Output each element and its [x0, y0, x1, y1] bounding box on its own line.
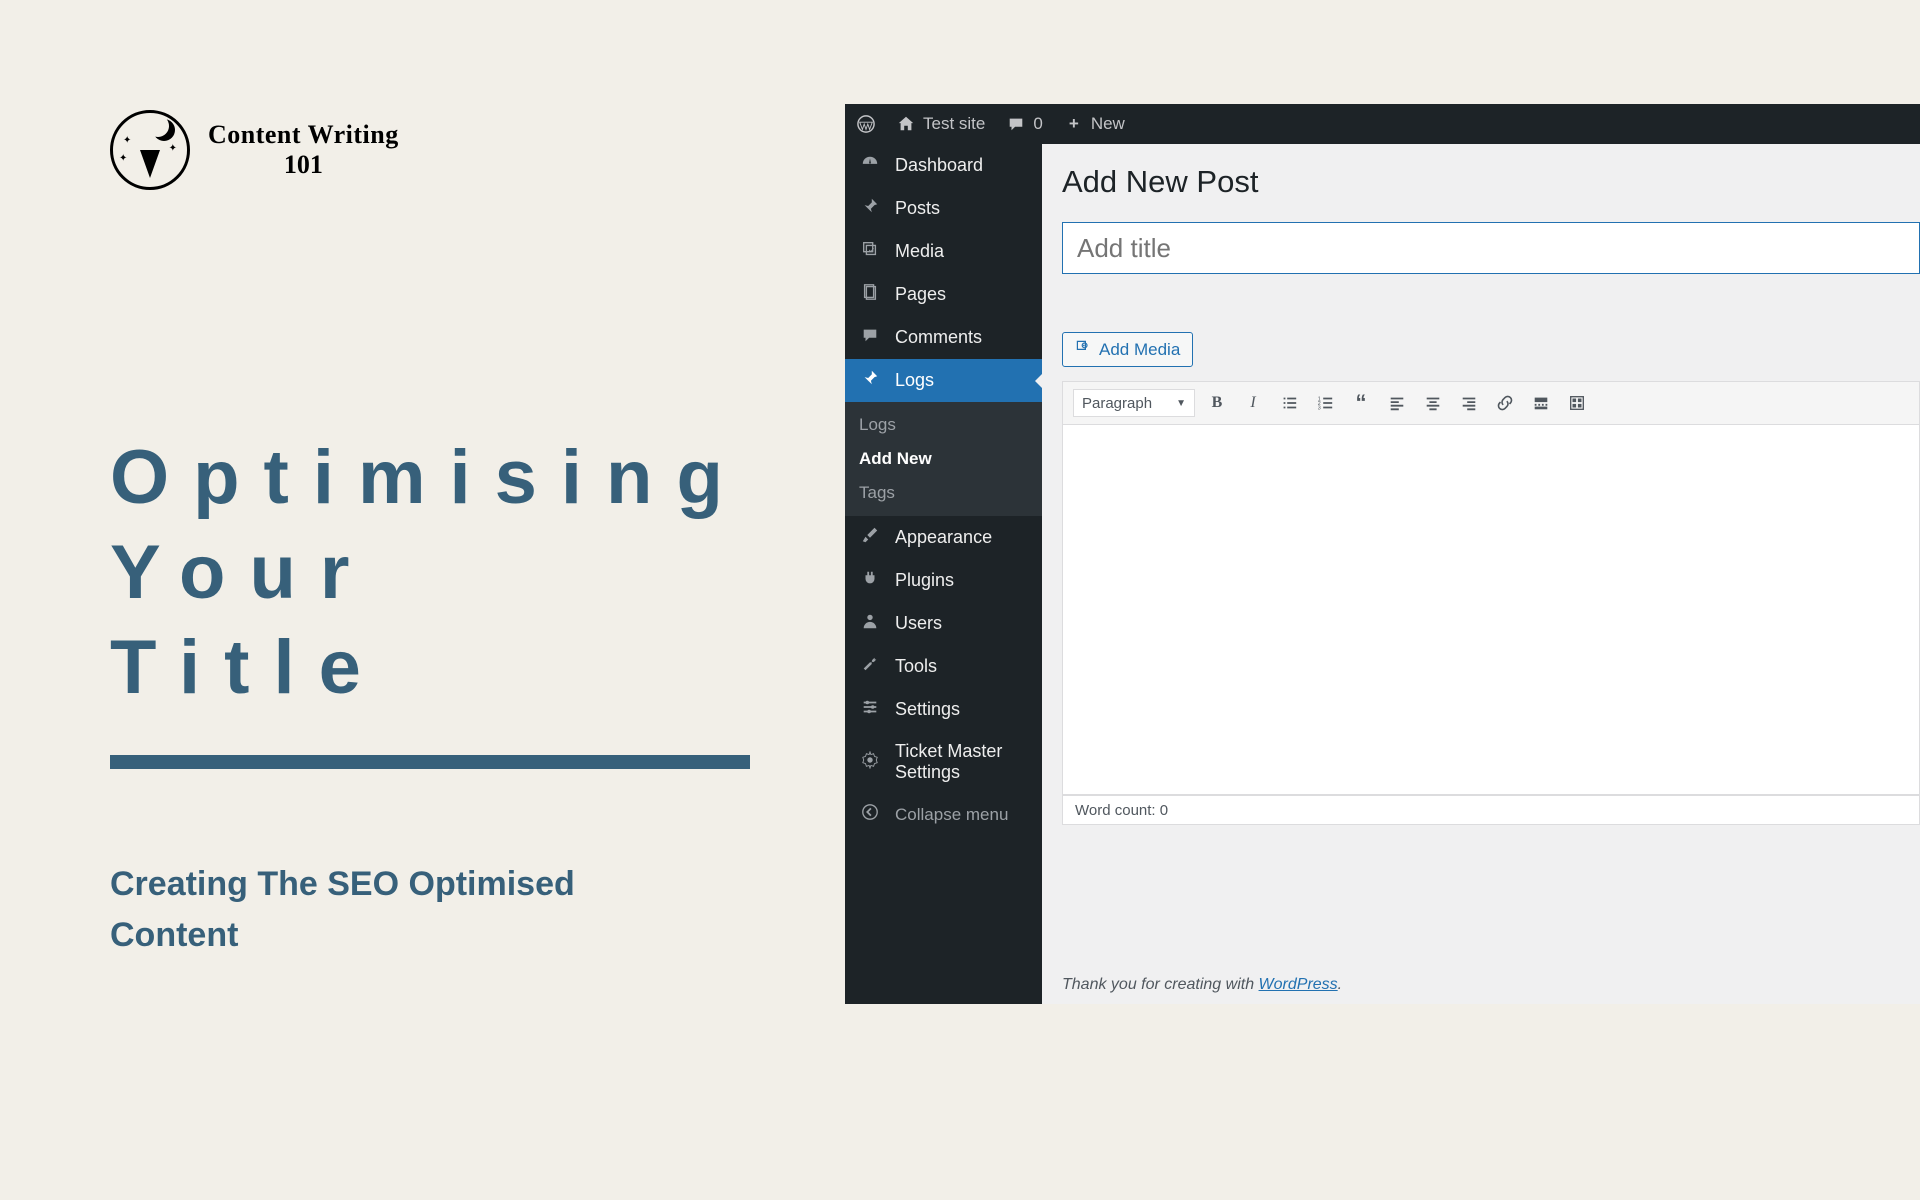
sidebar-item-logs[interactable]: Logs [845, 359, 1042, 402]
wrench-icon [859, 655, 881, 678]
word-count: Word count: 0 [1075, 802, 1168, 819]
slide-panel: ✦ ✦ ✦ Content Writing 101 Optimising You… [0, 0, 845, 1200]
sliders-icon [859, 698, 881, 721]
media-icon [1075, 339, 1091, 360]
sidebar-item-dashboard[interactable]: Dashboard [845, 144, 1042, 187]
sidebar-label: Pages [895, 284, 1028, 305]
sidebar-item-tools[interactable]: Tools [845, 645, 1042, 688]
sidebar-item-settings[interactable]: Settings [845, 688, 1042, 731]
align-center-button[interactable] [1419, 389, 1447, 417]
sidebar-item-media[interactable]: Media [845, 230, 1042, 273]
wp-main: Add New Post Add Media Paragraph ▼ B I 1… [1042, 144, 1920, 1004]
pin-icon [859, 369, 881, 392]
hero-subtitle: Creating The SEO Optimised Content [110, 859, 630, 961]
wp-sidebar: Dashboard Posts Media Pages Comments [845, 144, 1042, 1004]
wordpress-icon [857, 115, 875, 133]
post-title-input[interactable] [1062, 222, 1920, 274]
sidebar-item-plugins[interactable]: Plugins [845, 559, 1042, 602]
italic-button[interactable]: I [1239, 389, 1267, 417]
sidebar-collapse-button[interactable]: Collapse menu [845, 793, 1042, 836]
format-select-value: Paragraph [1082, 395, 1152, 412]
submenu-item-logs[interactable]: Logs [845, 408, 1042, 442]
blockquote-button[interactable]: “ [1347, 389, 1375, 417]
footer-thanks: Thank you for creating with WordPress. [1062, 976, 1342, 994]
sidebar-label: Settings [895, 699, 1028, 720]
submenu-item-tags[interactable]: Tags [845, 476, 1042, 510]
bold-button[interactable]: B [1203, 389, 1231, 417]
divider [110, 755, 750, 769]
user-icon [859, 612, 881, 635]
sidebar-submenu-logs: Logs Add New Tags [845, 402, 1042, 516]
pages-icon [859, 283, 881, 306]
page-title: Add New Post [1062, 164, 1920, 200]
sidebar-label: Appearance [895, 527, 1028, 548]
new-label: New [1091, 114, 1125, 134]
link-button[interactable] [1491, 389, 1519, 417]
sidebar-label: Plugins [895, 570, 1028, 591]
add-media-button[interactable]: Add Media [1062, 332, 1193, 367]
sidebar-label: Ticket Master Settings [895, 741, 1028, 783]
editor-footer: Word count: 0 [1062, 795, 1920, 825]
comments-count: 0 [1033, 114, 1042, 134]
editor-toolbar: Paragraph ▼ B I 123 “ [1062, 381, 1920, 425]
logo-text: Content Writing 101 [208, 120, 399, 180]
submenu-item-add-new[interactable]: Add New [845, 442, 1042, 476]
pin-icon [859, 197, 881, 220]
sidebar-label: Logs [895, 370, 1028, 391]
logo: ✦ ✦ ✦ Content Writing 101 [110, 110, 735, 190]
comment-icon [1007, 115, 1025, 133]
plug-icon [859, 569, 881, 592]
sidebar-label: Users [895, 613, 1028, 634]
sidebar-label: Dashboard [895, 155, 1028, 176]
sidebar-label: Collapse menu [895, 805, 1028, 825]
format-select[interactable]: Paragraph ▼ [1073, 389, 1195, 417]
brush-icon [859, 526, 881, 549]
gear-icon [859, 751, 881, 774]
comments-link[interactable]: 0 [1007, 114, 1042, 134]
align-right-button[interactable] [1455, 389, 1483, 417]
media-icon [859, 240, 881, 263]
site-name-link[interactable]: Test site [897, 114, 985, 134]
wp-logo-button[interactable] [857, 115, 875, 133]
wp-adminbar: Test site 0 + New [845, 104, 1920, 144]
sidebar-item-users[interactable]: Users [845, 602, 1042, 645]
logo-line1: Content Writing [208, 120, 399, 150]
sidebar-item-posts[interactable]: Posts [845, 187, 1042, 230]
sidebar-item-appearance[interactable]: Appearance [845, 516, 1042, 559]
collapse-icon [859, 803, 881, 826]
sidebar-item-pages[interactable]: Pages [845, 273, 1042, 316]
editor-content[interactable] [1062, 425, 1920, 795]
hero-title: Optimising Your Title [110, 430, 735, 715]
read-more-button[interactable] [1527, 389, 1555, 417]
home-icon [897, 115, 915, 133]
chevron-down-icon: ▼ [1176, 398, 1186, 409]
svg-text:3: 3 [1318, 405, 1321, 411]
sidebar-label: Comments [895, 327, 1028, 348]
logo-mark-icon: ✦ ✦ ✦ [110, 110, 190, 190]
sidebar-item-comments[interactable]: Comments [845, 316, 1042, 359]
site-name-label: Test site [923, 114, 985, 134]
bullet-list-button[interactable] [1275, 389, 1303, 417]
comment-icon [859, 326, 881, 349]
dashboard-icon [859, 154, 881, 177]
sidebar-label: Posts [895, 198, 1028, 219]
toolbar-toggle-button[interactable] [1563, 389, 1591, 417]
add-media-label: Add Media [1099, 340, 1180, 360]
plus-icon: + [1065, 114, 1083, 134]
sidebar-label: Tools [895, 656, 1028, 677]
align-left-button[interactable] [1383, 389, 1411, 417]
sidebar-label: Media [895, 241, 1028, 262]
wordpress-link[interactable]: WordPress [1259, 976, 1338, 993]
sidebar-item-ticket-master[interactable]: Ticket Master Settings [845, 731, 1042, 793]
numbered-list-button[interactable]: 123 [1311, 389, 1339, 417]
logo-line2: 101 [208, 150, 399, 180]
new-content-link[interactable]: + New [1065, 114, 1125, 134]
wp-window: Test site 0 + New Dashboard Posts [845, 104, 1920, 1004]
